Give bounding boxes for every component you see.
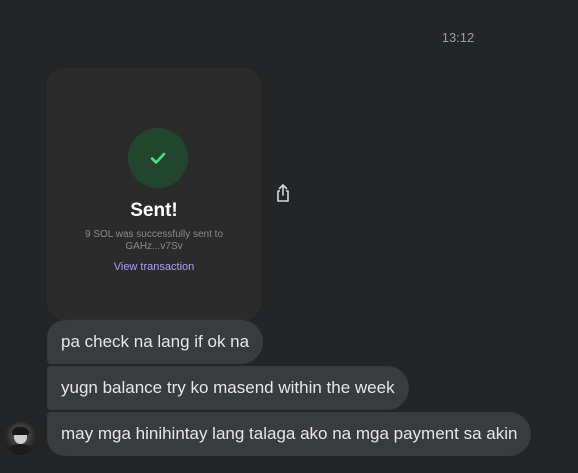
message-timestamp: 13:12 xyxy=(441,30,475,45)
card-description: 9 SOL was successfully sent to GAHz...v7… xyxy=(84,229,224,252)
chat-window: 13:12 Sent! 9 SOL was successfully sent … xyxy=(0,0,578,473)
message-bubble[interactable]: yugn balance try ko masend within the we… xyxy=(47,366,409,410)
view-transaction-link[interactable]: View transaction xyxy=(48,261,260,273)
avatar[interactable] xyxy=(4,422,37,455)
avatar-body xyxy=(7,444,34,455)
check-icon xyxy=(128,128,188,188)
transaction-card[interactable]: Sent! 9 SOL was successfully sent to GAH… xyxy=(47,68,261,320)
message-bubble[interactable]: may mga hinihintay lang talaga ako na mg… xyxy=(47,412,532,456)
share-icon[interactable] xyxy=(272,182,294,204)
card-title: Sent! xyxy=(130,200,178,221)
message-bubble[interactable]: pa check na lang if ok na xyxy=(47,320,264,364)
avatar-hair xyxy=(12,427,29,435)
